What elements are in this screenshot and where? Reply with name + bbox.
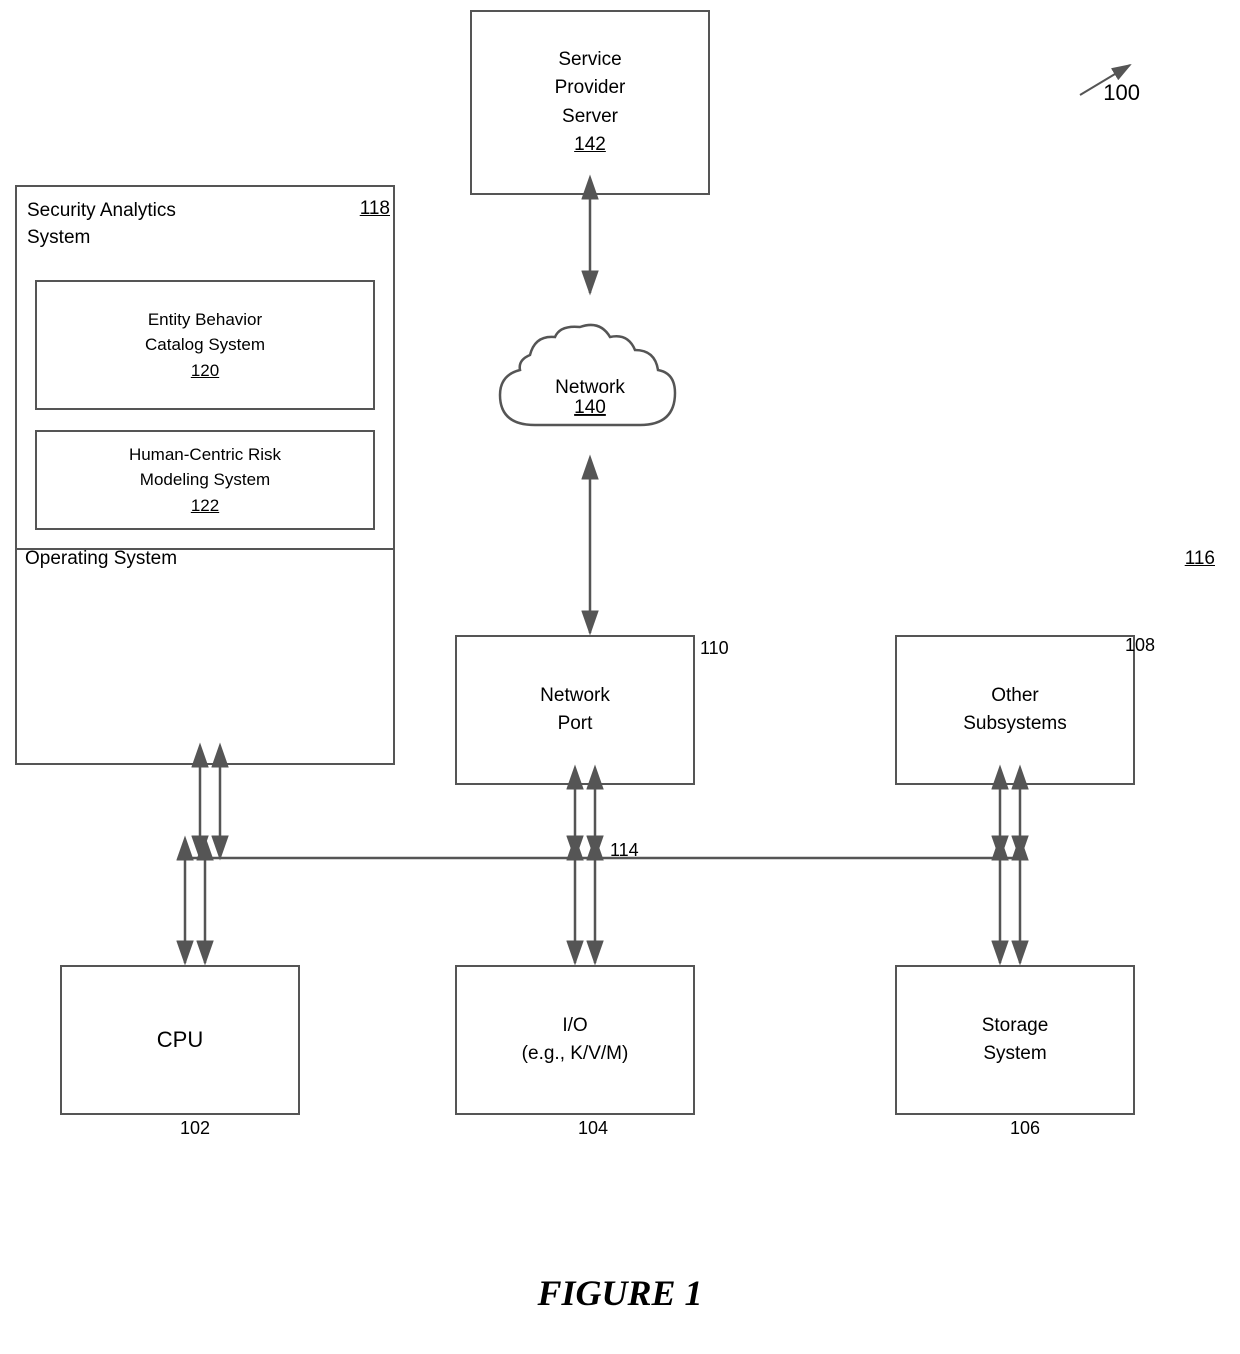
network-port-text: NetworkPort: [540, 682, 610, 739]
operating-system-label: Operating System: [25, 548, 177, 570]
cpu-text: CPU: [157, 1025, 203, 1056]
cpu-ref: 102: [180, 1118, 210, 1139]
human-centric-box: Human-Centric RiskModeling System122: [35, 430, 375, 530]
entity-behavior-text: Entity BehaviorCatalog System120: [145, 307, 265, 384]
network-cloud: Network 140: [460, 295, 720, 475]
ref-100: 100: [1103, 80, 1140, 106]
service-provider-box: ServiceProviderServer142: [470, 10, 710, 195]
operating-system-ref: 116: [1185, 548, 1215, 570]
other-subsystems-ref-outside: 108: [1125, 635, 1155, 656]
other-subsystems-text: OtherSubsystems: [963, 682, 1066, 739]
io-ref: 104: [578, 1118, 608, 1139]
other-subsystems-box: OtherSubsystems: [895, 635, 1135, 785]
io-box: I/O(e.g., K/V/M): [455, 965, 695, 1115]
entity-behavior-ref: 120: [191, 361, 219, 380]
network-port-ref-outside: 110: [700, 638, 729, 659]
network-port-box: NetworkPort: [455, 635, 695, 785]
security-analytics-ref: 118: [360, 198, 390, 220]
diagram-container: 100 Memory 112 Security AnalyticsSystem …: [0, 0, 1240, 1354]
io-text: I/O(e.g., K/V/M): [522, 1012, 629, 1069]
network-cloud-svg: Network 140: [480, 315, 700, 455]
bus-ref: 114: [610, 840, 639, 861]
figure-label: FIGURE 1: [537, 1272, 702, 1314]
service-provider-ref: 142: [574, 134, 606, 155]
network-ref-text: 140: [574, 397, 606, 418]
security-analytics-label: Security AnalyticsSystem: [27, 198, 176, 251]
storage-text: StorageSystem: [982, 1012, 1049, 1069]
cpu-box: CPU: [60, 965, 300, 1115]
entity-behavior-box: Entity BehaviorCatalog System120: [35, 280, 375, 410]
service-provider-text: ServiceProviderServer142: [555, 46, 626, 160]
human-centric-ref: 122: [191, 496, 219, 515]
network-label-text: Network: [555, 377, 625, 398]
storage-ref: 106: [1010, 1118, 1040, 1139]
storage-box: StorageSystem: [895, 965, 1135, 1115]
human-centric-text: Human-Centric RiskModeling System122: [129, 442, 281, 519]
